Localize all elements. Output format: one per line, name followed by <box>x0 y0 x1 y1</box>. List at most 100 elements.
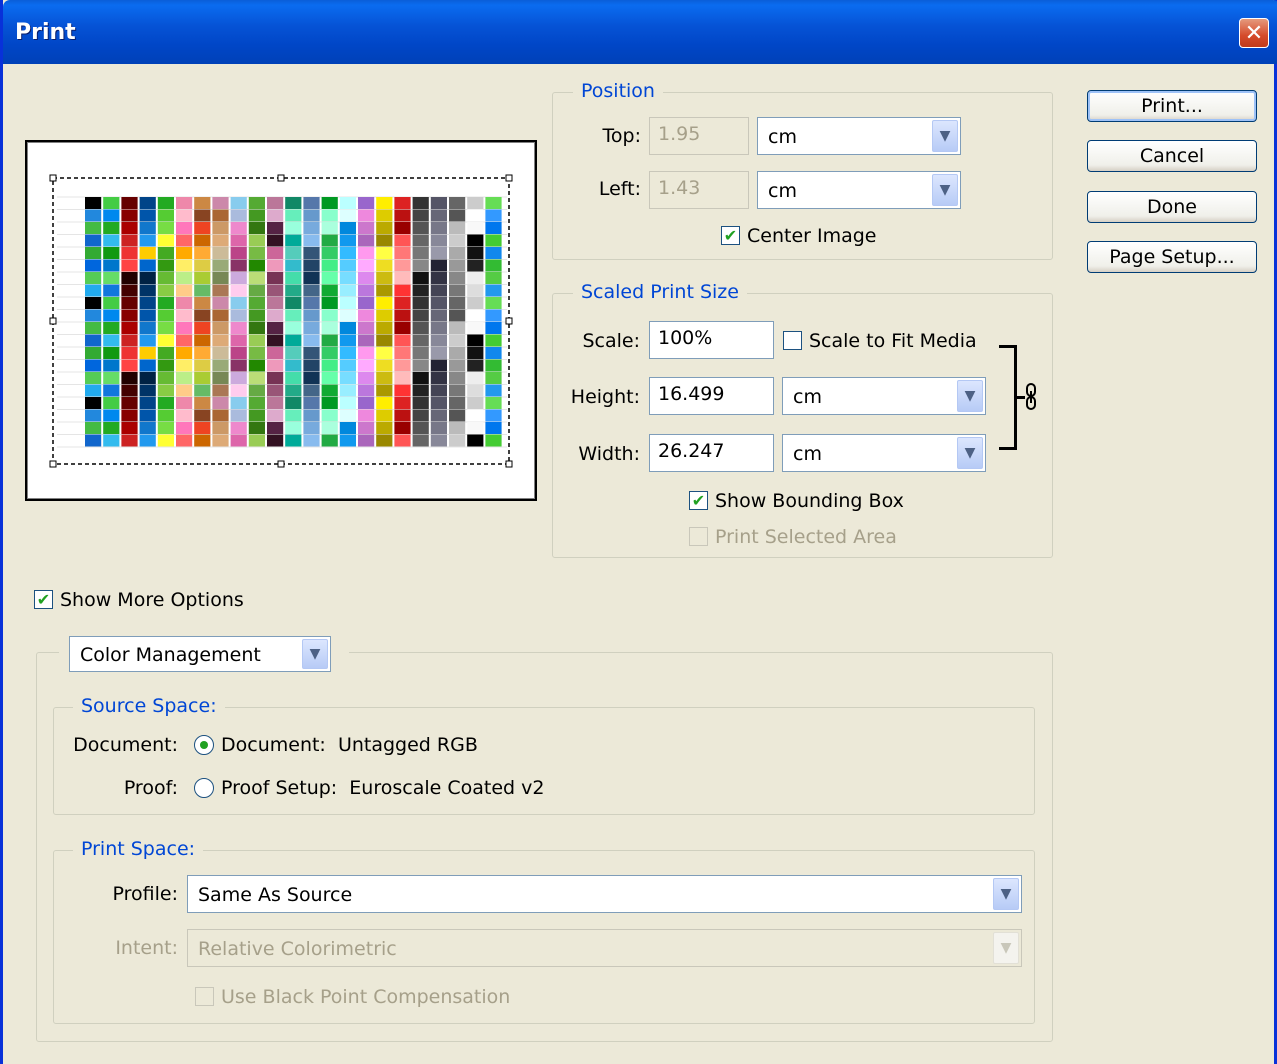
preview-swatch <box>212 397 229 409</box>
preview-swatch <box>339 284 356 297</box>
preview-swatch <box>430 247 447 259</box>
preview-swatch <box>412 259 429 272</box>
preview-swatch <box>321 234 338 247</box>
preview-swatch <box>430 234 447 247</box>
preview-swatch <box>449 359 466 372</box>
preview-swatch <box>248 209 265 222</box>
close-button[interactable]: ✕ <box>1239 18 1269 48</box>
preview-swatch <box>212 297 229 309</box>
bounding-box-handle[interactable] <box>505 317 513 325</box>
bounding-box-handle[interactable] <box>505 174 513 182</box>
cancel-button[interactable]: Cancel <box>1087 140 1257 172</box>
bounding-box-handle[interactable] <box>277 174 285 182</box>
preview-image <box>49 174 513 468</box>
height-unit-select[interactable]: cm ▼ <box>782 377 986 415</box>
print-selected-area-checkbox[interactable] <box>689 527 708 546</box>
preview-swatch <box>139 234 156 247</box>
section-select-value: Color Management <box>80 644 261 666</box>
preview-swatch <box>103 309 120 322</box>
preview-swatch <box>85 397 102 409</box>
preview-swatch <box>449 272 466 284</box>
preview-swatch <box>212 197 229 209</box>
left-unit-select[interactable]: cm ▼ <box>757 171 961 209</box>
bounding-box-handle[interactable] <box>49 174 57 182</box>
done-button[interactable]: Done <box>1087 191 1257 223</box>
show-bounding-box-checkbox[interactable]: ✔ <box>689 491 708 510</box>
scale-to-fit-checkbox[interactable] <box>783 331 802 350</box>
preview-swatch <box>194 309 211 322</box>
intent-select[interactable]: Relative Colorimetric ▼ <box>187 929 1022 967</box>
preview-swatch <box>103 359 120 372</box>
preview-swatch <box>248 197 265 209</box>
preview-swatch <box>449 197 466 209</box>
scale-field[interactable]: 100% <box>649 321 774 359</box>
preview-swatch <box>376 259 393 272</box>
preview-swatch <box>103 284 120 297</box>
page-setup-button[interactable]: Page Setup... <box>1087 241 1257 273</box>
bounding-box-handle[interactable] <box>505 460 513 468</box>
section-select[interactable]: Color Management ▼ <box>69 636 331 672</box>
profile-select[interactable]: Same As Source ▼ <box>187 875 1022 913</box>
preview-swatch <box>230 259 247 272</box>
preview-swatch <box>85 247 102 259</box>
preview-swatch <box>176 297 193 309</box>
show-more-options-checkbox[interactable]: ✔ <box>34 590 53 609</box>
preview-swatch <box>139 222 156 234</box>
bounding-box-handle[interactable] <box>49 317 57 325</box>
preview-swatch <box>485 409 502 422</box>
preview-swatch <box>85 197 102 209</box>
preview-swatch <box>285 297 302 309</box>
preview-swatch <box>285 359 302 372</box>
preview-swatch <box>139 372 156 384</box>
preview-swatch <box>376 297 393 309</box>
document-label: Document: <box>73 734 178 756</box>
center-image-checkbox[interactable]: ✔ <box>721 226 740 245</box>
preview-swatch <box>321 197 338 209</box>
preview-swatch <box>412 284 429 297</box>
proof-radio[interactable] <box>194 778 214 798</box>
preview-swatch <box>85 322 102 334</box>
preview-swatch <box>85 309 102 322</box>
print-button[interactable]: Print... <box>1087 90 1257 122</box>
preview-swatch <box>267 409 284 422</box>
document-radio[interactable] <box>194 735 214 755</box>
preview-swatch <box>194 347 211 359</box>
preview-swatch <box>285 222 302 234</box>
preview-swatch <box>285 384 302 397</box>
preview-swatch <box>321 397 338 409</box>
preview-swatch <box>157 359 174 372</box>
height-unit-value: cm <box>793 386 822 408</box>
preview-swatch <box>230 359 247 372</box>
preview-swatch <box>121 222 138 234</box>
bounding-box-handle[interactable] <box>49 460 57 468</box>
top-unit-select[interactable]: cm ▼ <box>757 117 961 155</box>
preview-swatch <box>248 422 265 434</box>
preview-swatch <box>449 247 466 259</box>
preview-swatch <box>485 259 502 272</box>
print-dialog: Print ✕ Position Top: 1.95 cm ▼ Left: 1.… <box>0 0 1277 1064</box>
top-field[interactable]: 1.95 <box>649 117 749 155</box>
preview-swatch <box>194 259 211 272</box>
preview-swatch <box>103 334 120 347</box>
preview-swatch <box>358 234 375 247</box>
chain-link-icon[interactable] <box>1024 383 1038 411</box>
preview-swatch <box>85 422 102 434</box>
preview-swatch <box>303 284 320 297</box>
preview-swatch <box>103 234 120 247</box>
preview-swatch <box>121 197 138 209</box>
width-unit-select[interactable]: cm ▼ <box>782 434 986 472</box>
preview-swatch <box>121 397 138 409</box>
height-field[interactable]: 16.499 <box>649 377 774 415</box>
preview-swatch <box>467 322 484 334</box>
preview-swatch <box>139 247 156 259</box>
preview-swatch <box>449 284 466 297</box>
bounding-box-handle[interactable] <box>277 460 285 468</box>
preview-swatch <box>212 284 229 297</box>
preview-swatch <box>194 434 211 447</box>
width-field[interactable]: 26.247 <box>649 434 774 472</box>
preview-swatch <box>212 309 229 322</box>
preview-swatch <box>248 359 265 372</box>
black-point-checkbox[interactable] <box>195 987 214 1006</box>
preview-swatch <box>376 409 393 422</box>
left-field[interactable]: 1.43 <box>649 171 749 209</box>
